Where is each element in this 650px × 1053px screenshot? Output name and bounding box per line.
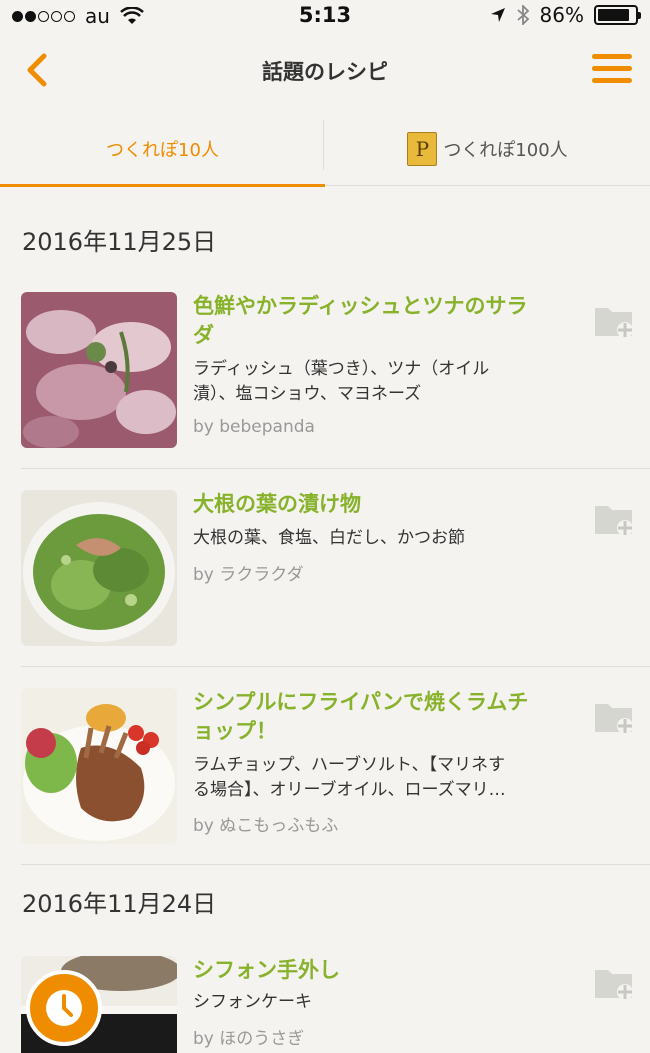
recipe-title-line: ョップ！ <box>193 719 277 743</box>
date-header: 2016年11月25日 <box>22 228 217 256</box>
folder-add-icon <box>595 704 633 734</box>
recipe-thumbnail <box>21 490 177 646</box>
recipe-thumbnail <box>21 688 177 844</box>
recipe-item[interactable]: 大根の葉の漬け物 大根の葉、食塩、白だし、かつお節 by ラクラクダ <box>0 490 650 666</box>
recipe-title-line: 大根の葉の漬け物 <box>193 492 361 516</box>
separator <box>21 468 650 469</box>
recipe-title-line: シフォン手外し <box>193 958 340 982</box>
premium-badge-icon: P <box>407 132 438 166</box>
ingredient-line: シフォンケーキ <box>193 992 312 1012</box>
navigation-bar: 話題のレシピ <box>0 32 650 112</box>
recipe-author: by ラクラクダ <box>193 565 304 585</box>
separator <box>21 666 650 667</box>
ingredient-line: 漬）、塩コショウ、マヨネーズ <box>193 384 422 404</box>
date-header: 2016年11月24日 <box>22 890 217 918</box>
recipe-author: by ほのうさぎ <box>193 1029 305 1049</box>
recipe-author: by ぬこもっふもふ <box>193 816 339 836</box>
recipe-item[interactable]: 色鮮やかラディッシュとツナのサラ ダ ラディッシュ（葉つき）、ツナ（オイル 漬）… <box>0 292 650 468</box>
recipe-item[interactable]: シンプルにフライパンで焼くラムチ ョップ！ ラムチョップ、ハーブソルト、【マリネ… <box>0 688 650 864</box>
menu-button[interactable] <box>592 54 632 88</box>
ingredient-line: 大根の葉、食塩、白だし、かつお節 <box>193 528 465 548</box>
tab-label: つくれぽ10人 <box>106 140 219 161</box>
recipe-ingredients: 大根の葉、食塩、白だし、かつお節 <box>193 526 558 551</box>
recipe-ingredients: ラムチョップ、ハーブソルト、【マリネす る場合】、オリーブオイル、ローズマリ… <box>193 753 558 803</box>
tab-tsukurepo-100[interactable]: P つくれぽ100人 <box>325 112 650 186</box>
recipe-thumbnail <box>21 292 177 448</box>
recipe-title-line: ダ <box>193 323 214 347</box>
recipe-title: シフォン手外し <box>193 956 573 985</box>
add-to-folder-button[interactable] <box>594 304 636 338</box>
add-to-folder-button[interactable] <box>594 966 636 1000</box>
ingredient-line: ラムチョップ、ハーブソルト、【マリネす <box>193 755 506 775</box>
status-right: 86% <box>490 3 641 27</box>
folder-add-icon <box>595 308 633 338</box>
hamburger-menu-icon <box>592 54 632 83</box>
recipe-title-line: 色鮮やかラディッシュとツナのサラ <box>193 294 528 318</box>
recipe-title: 大根の葉の漬け物 <box>193 490 573 519</box>
add-to-folder-button[interactable] <box>594 700 636 734</box>
recipe-ingredients: ラディッシュ（葉つき）、ツナ（オイル 漬）、塩コショウ、マヨネーズ <box>193 357 558 407</box>
ingredient-line: ラディッシュ（葉つき）、ツナ（オイル <box>193 359 490 379</box>
history-clock-button[interactable] <box>26 970 102 1046</box>
battery-level <box>598 9 629 21</box>
battery-percent: 86% <box>539 3 584 27</box>
recipe-title: シンプルにフライパンで焼くラムチ ョップ！ <box>193 688 573 746</box>
location-arrow-icon <box>490 8 505 22</box>
bluetooth-icon <box>516 5 529 25</box>
status-bar: au 5:13 86% <box>0 0 650 32</box>
recipe-title-line: シンプルにフライパンで焼くラムチ <box>193 690 529 714</box>
tab-divider <box>323 120 324 170</box>
recipe-author: by bebepanda <box>193 417 315 437</box>
page-title: 話題のレシピ <box>262 60 388 84</box>
add-to-folder-button[interactable] <box>594 502 636 536</box>
folder-add-icon <box>595 506 633 536</box>
battery-icon <box>594 5 641 25</box>
recipe-ingredients: シフォンケーキ <box>193 990 558 1015</box>
tab-tsukurepo-10[interactable]: つくれぽ10人 <box>0 112 325 187</box>
clock-icon <box>46 990 82 1026</box>
separator <box>21 864 650 865</box>
recipe-title: 色鮮やかラディッシュとツナのサラ ダ <box>193 292 573 350</box>
tab-label: つくれぽ100人 <box>443 140 568 161</box>
ingredient-line: る場合】、オリーブオイル、ローズマリ… <box>193 780 506 800</box>
tab-bar: つくれぽ10人 P つくれぽ100人 <box>0 112 650 187</box>
folder-add-icon <box>595 970 633 1000</box>
